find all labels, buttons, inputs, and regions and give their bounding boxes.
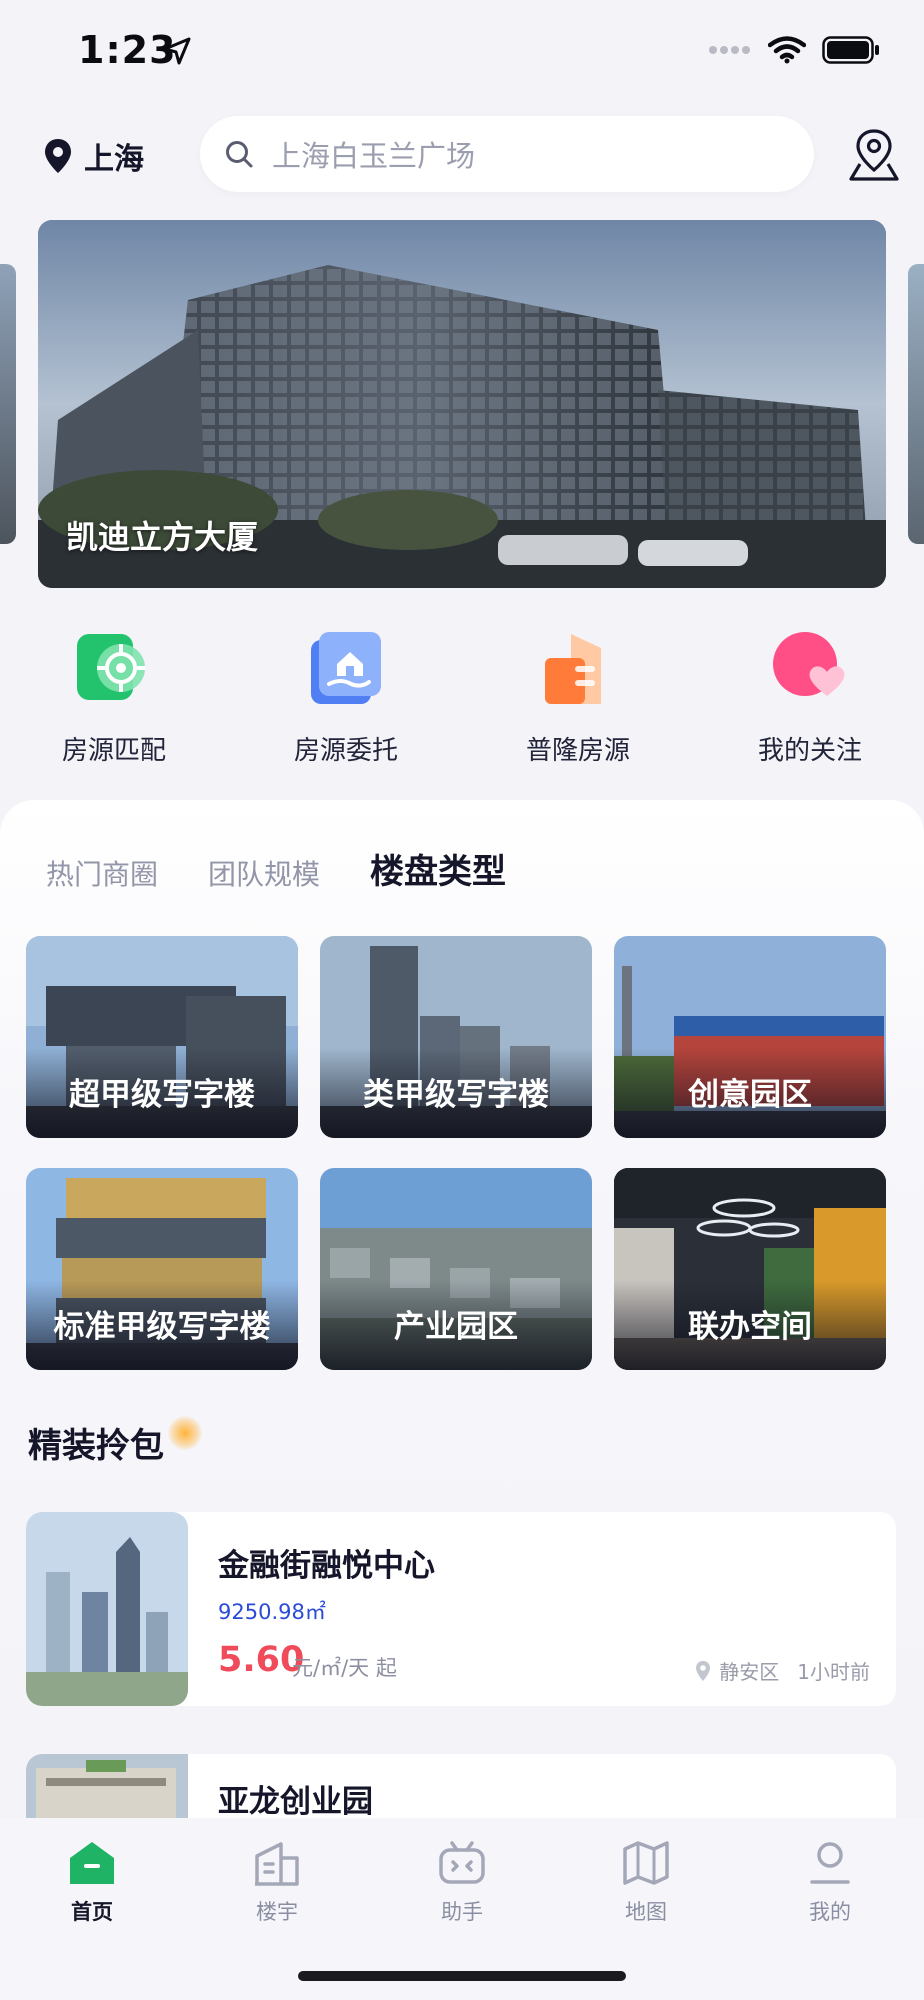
listing-name: 亚龙创业园 [218, 1784, 373, 1818]
tab-label: 我的 [809, 1900, 851, 1924]
status-icons [708, 36, 880, 64]
home-icon [70, 1842, 114, 1884]
quick-action-label: 普隆房源 [525, 736, 630, 766]
type-card-class-grade-a[interactable]: 类甲级写字楼 [320, 936, 592, 1138]
map-icon [623, 1841, 669, 1885]
type-card-coworking[interactable]: 联办空间 [614, 1168, 886, 1370]
tab-home[interactable]: 首页 [32, 1840, 152, 1926]
listing-card[interactable]: 金融街融悦中心 9250.98㎡ 5.60 元/㎡/天 起 静安区 1小时前 [26, 1512, 896, 1706]
status-bar: 1:23 [0, 0, 924, 100]
top-bar: 上海 上海白玉兰广场 [0, 116, 924, 194]
quick-action-label: 我的关注 [757, 736, 862, 766]
listing-area: 9250.98㎡ [218, 1600, 326, 1624]
heart-icon [771, 630, 849, 708]
listing-image [26, 1512, 188, 1706]
search-placeholder: 上海白玉兰广场 [272, 139, 476, 173]
tab-team-size[interactable]: 团队规模 [208, 853, 320, 893]
banner-card[interactable]: 凯迪立方大厦 [38, 220, 886, 588]
tab-map[interactable]: 地图 [586, 1840, 706, 1926]
banner-next-peek[interactable] [908, 264, 924, 544]
quick-action-favorites[interactable]: 我的关注 [710, 630, 910, 767]
banner-title: 凯迪立方大厦 [66, 518, 259, 556]
home-indicator [298, 1971, 626, 1981]
quick-action-label: 房源匹配 [61, 736, 166, 766]
search-icon [226, 141, 253, 168]
type-card-label: 联办空间 [688, 1309, 812, 1345]
listing-card[interactable]: 亚龙创业园 [26, 1754, 896, 1818]
city-selector[interactable]: 上海 [44, 134, 144, 178]
user-icon [810, 1842, 850, 1884]
tab-label: 助手 [441, 1900, 483, 1924]
signal-icon [709, 46, 750, 54]
category-tabs: 热门商圈 团队规模 楼盘类型 [46, 844, 556, 897]
battery-icon [822, 36, 879, 64]
tab-label: 首页 [71, 1900, 113, 1924]
type-card-label: 标准甲级写字楼 [53, 1309, 271, 1345]
location-pin-icon [696, 1660, 711, 1681]
type-card-label: 类甲级写字楼 [363, 1077, 549, 1113]
tab-label: 楼宇 [256, 1900, 298, 1924]
wifi-icon [768, 36, 806, 64]
assistant-tv-icon [439, 1841, 485, 1884]
quick-actions: 房源匹配 房源委托 普隆房源 我的关注 [0, 630, 924, 780]
map-location-button[interactable] [848, 128, 900, 186]
house-hand-icon [307, 630, 385, 708]
city-label: 上海 [84, 142, 144, 177]
map-pin-icon [849, 129, 899, 181]
quick-action-entrust[interactable]: 房源委托 [246, 630, 446, 767]
tab-label: 地图 [625, 1900, 667, 1924]
listing-name: 金融街融悦中心 [218, 1548, 435, 1584]
building-outline-icon [255, 1842, 299, 1886]
tab-assistant[interactable]: 助手 [402, 1840, 522, 1926]
listing-image [26, 1754, 188, 1818]
type-card-standard-grade-a[interactable]: 标准甲级写字楼 [26, 1168, 298, 1370]
building-icon [539, 630, 617, 708]
type-card-label: 创意园区 [688, 1077, 812, 1113]
tab-profile[interactable]: 我的 [770, 1840, 890, 1926]
quick-action-listings[interactable]: 普隆房源 [478, 630, 678, 767]
location-arrow-icon [162, 36, 192, 70]
quick-action-label: 房源委托 [293, 736, 398, 766]
type-card-industrial-park[interactable]: 产业园区 [320, 1168, 592, 1370]
listing-time: 1小时前 [797, 1660, 870, 1684]
tab-hot-districts[interactable]: 热门商圈 [46, 853, 158, 893]
tab-building-type[interactable]: 楼盘类型 [370, 844, 507, 897]
type-card-label: 超甲级写字楼 [69, 1077, 255, 1113]
type-card-creative-park[interactable]: 创意园区 [614, 936, 886, 1138]
search-bar[interactable]: 上海白玉兰广场 [200, 116, 814, 192]
section-title: 精装拎包 [28, 1426, 164, 1466]
listing-price-unit: 元/㎡/天 起 [292, 1656, 397, 1680]
type-card-super-grade-a[interactable]: 超甲级写字楼 [26, 936, 298, 1138]
listing-meta: 静安区 1小时前 [695, 1656, 870, 1685]
banner-prev-peek[interactable] [0, 264, 16, 544]
section-decoration-dot [168, 1416, 202, 1450]
listing-district: 静安区 [719, 1660, 780, 1684]
location-pin-icon [45, 139, 71, 173]
type-card-label: 产业园区 [394, 1309, 518, 1345]
tab-buildings[interactable]: 楼宇 [217, 1840, 337, 1926]
target-icon [75, 630, 153, 708]
quick-action-match[interactable]: 房源匹配 [14, 630, 214, 767]
